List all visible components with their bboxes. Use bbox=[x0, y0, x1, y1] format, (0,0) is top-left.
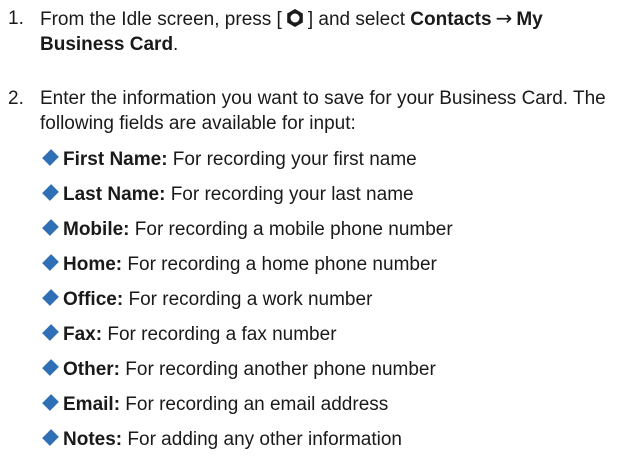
diamond-bullet-icon bbox=[42, 394, 59, 411]
menu-business-card: Business Card bbox=[40, 34, 174, 55]
field-name: Notes: bbox=[63, 429, 123, 450]
field-name: Fax: bbox=[63, 324, 103, 345]
period: . bbox=[173, 34, 179, 55]
field-desc: For adding any other information bbox=[122, 429, 403, 450]
manual-page: 1. From the Idle screen, press [ ] and se… bbox=[0, 0, 627, 465]
field-desc: For recording a mobile phone number bbox=[129, 219, 453, 240]
diamond-bullet-icon bbox=[42, 429, 59, 446]
step-2-line-2: following fields are available for input… bbox=[40, 113, 356, 134]
step-number: 1. bbox=[8, 8, 24, 29]
field-name: Other: bbox=[63, 359, 120, 380]
step-text: From the Idle screen, press [ ] and selec… bbox=[40, 6, 620, 57]
navigation-key-icon bbox=[287, 9, 303, 27]
list-item: First Name: For recording your first nam… bbox=[42, 147, 618, 172]
menu-contacts: Contacts bbox=[410, 9, 492, 30]
field-name: Last Name: bbox=[63, 184, 166, 205]
step-1-text-post: ] and select bbox=[307, 9, 405, 30]
arrow-icon: → bbox=[495, 6, 513, 30]
field-desc: For recording a home phone number bbox=[122, 254, 437, 275]
list-item: Email: For recording an email address bbox=[42, 392, 618, 417]
menu-my: My bbox=[516, 9, 543, 30]
diamond-bullet-icon bbox=[42, 254, 59, 271]
step-1-text-pre: From the Idle screen, press [ bbox=[40, 9, 282, 30]
field-desc: For recording another phone number bbox=[120, 359, 436, 380]
field-name: First Name: bbox=[63, 149, 168, 170]
field-desc: For recording an email address bbox=[120, 394, 389, 415]
field-name: Office: bbox=[63, 289, 124, 310]
field-name: Email: bbox=[63, 394, 121, 415]
diamond-bullet-icon bbox=[42, 289, 59, 306]
diamond-bullet-icon bbox=[42, 219, 59, 236]
field-desc: For recording your last name bbox=[165, 184, 414, 205]
field-desc: For recording a fax number bbox=[102, 324, 337, 345]
field-name: Home: bbox=[63, 254, 123, 275]
diamond-bullet-icon bbox=[42, 184, 59, 201]
list-item: Other: For recording another phone numbe… bbox=[42, 357, 618, 382]
diamond-bullet-icon bbox=[42, 359, 59, 376]
field-name: Mobile: bbox=[63, 219, 130, 240]
diamond-bullet-icon bbox=[42, 324, 59, 341]
field-desc: For recording a work number bbox=[123, 289, 373, 310]
list-item: Last Name: For recording your last name bbox=[42, 182, 618, 207]
step-text: Enter the information you want to save f… bbox=[40, 86, 620, 136]
field-desc: For recording your first name bbox=[167, 149, 417, 170]
diamond-bullet-icon bbox=[42, 149, 59, 166]
list-item: Home: For recording a home phone number bbox=[42, 252, 618, 277]
list-item: Office: For recording a work number bbox=[42, 287, 618, 312]
list-item: Mobile: For recording a mobile phone num… bbox=[42, 217, 618, 242]
list-item: Fax: For recording a fax number bbox=[42, 322, 618, 347]
step-2-line-1: Enter the information you want to save f… bbox=[40, 88, 606, 109]
list-item: Notes: For adding any other information bbox=[42, 427, 618, 452]
step-number: 2. bbox=[8, 88, 24, 109]
